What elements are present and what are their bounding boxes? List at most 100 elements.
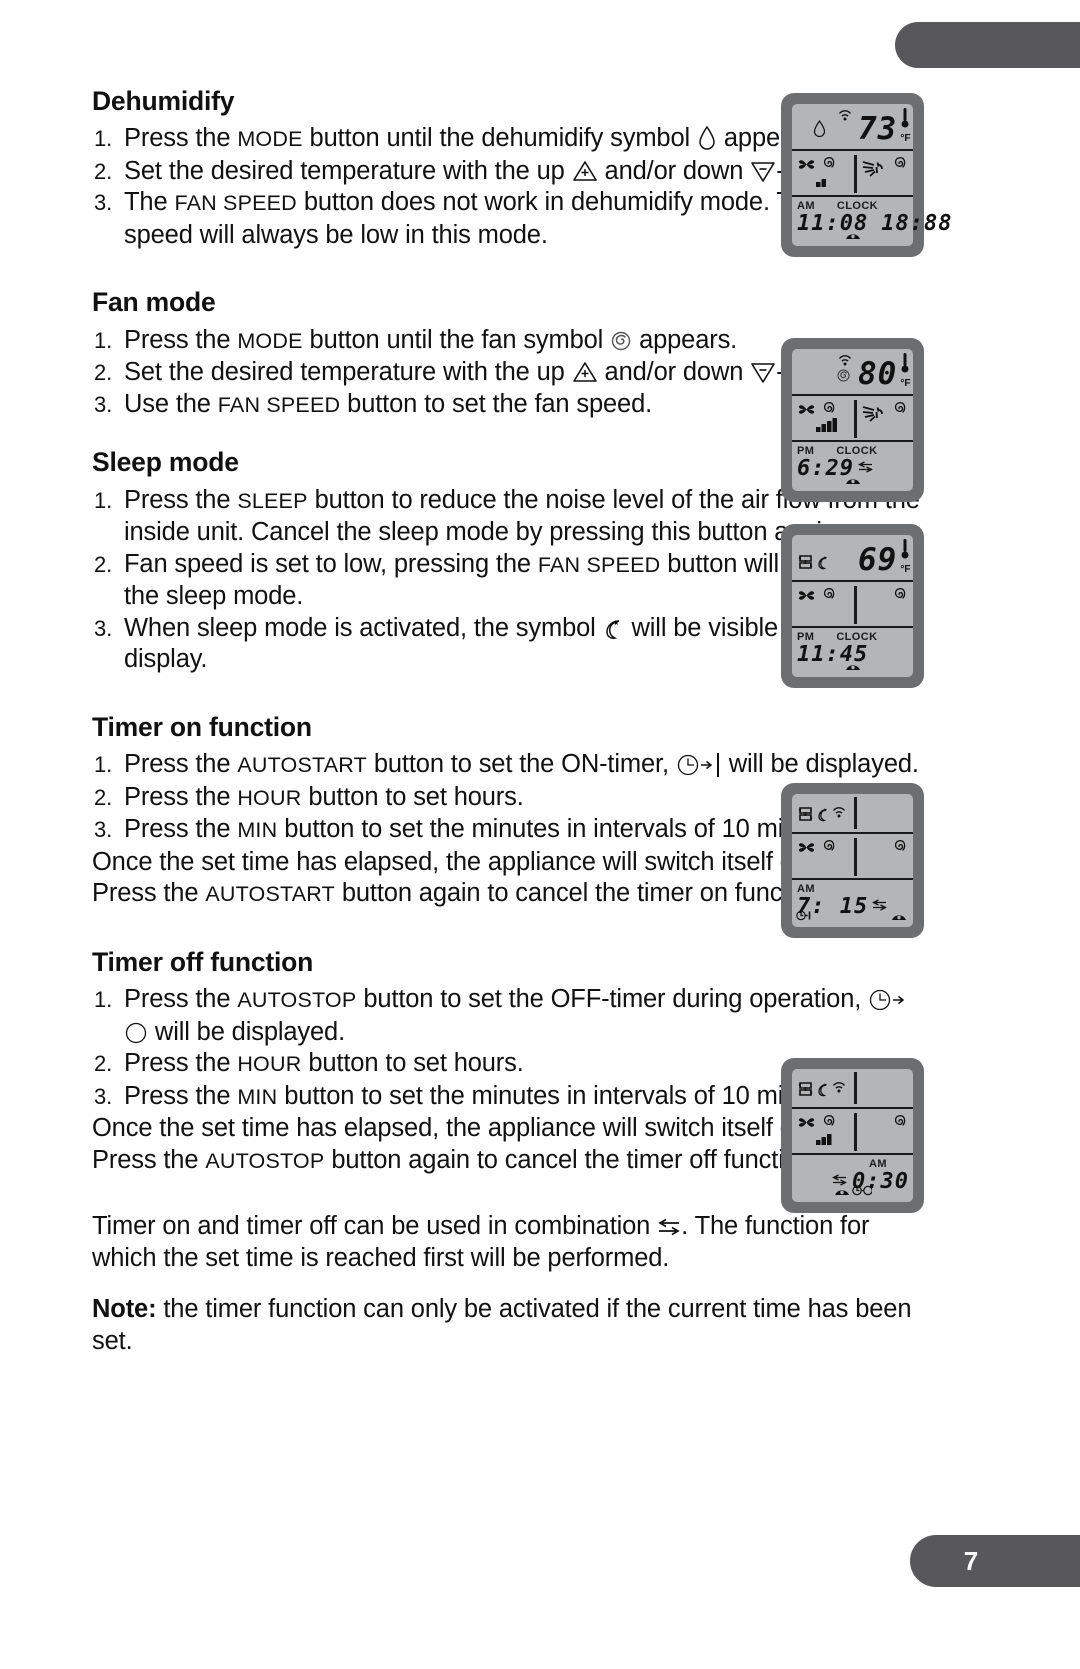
button-name-smallcaps: MIN [237, 818, 278, 843]
lcd-row-clock: AM 7: 15 [792, 880, 913, 927]
body-text: button to set the fan speed. [340, 389, 653, 418]
vertical-bar-icon [714, 752, 722, 778]
button-name-smallcaps: MODE [237, 328, 303, 353]
lcd-ampm-label: PM [797, 444, 815, 457]
button-name-smallcaps: FAN SPEED [217, 392, 341, 417]
lcd-row-fan [792, 582, 913, 628]
fan-speed-bars-icon [815, 1130, 839, 1151]
moon-icon [816, 555, 830, 575]
step-number: 3. [94, 615, 113, 641]
signal-icon [832, 1080, 846, 1098]
lcd-temperature-value: 80 [858, 356, 898, 392]
step-number: 2. [94, 551, 113, 577]
lcd-ampm-label: AM [869, 1157, 887, 1170]
body-text: button again to cancel the timer off fun… [324, 1145, 819, 1174]
fan-blade-icon [797, 587, 816, 609]
step-number: 3. [94, 391, 113, 417]
swirl-icon [821, 838, 836, 859]
step-number: 2. [94, 784, 113, 810]
step-item: 1. Press the AUTOSTOP button to set the O… [92, 984, 930, 1048]
lcd-louver-group [861, 1113, 910, 1151]
louver-icon [861, 155, 891, 184]
fan-swirl-icon [610, 330, 632, 352]
lcd-mode-icons [797, 1070, 854, 1104]
swirl-icon [892, 586, 907, 607]
step-number: 3. [94, 817, 113, 843]
step-number: 1. [94, 327, 113, 353]
body-text: button to set the ON-timer, [366, 750, 676, 779]
swirl-icon [892, 838, 907, 859]
power-arc-icon [834, 1183, 850, 1201]
lcd-row-mode-temp: 73 °F [792, 104, 913, 151]
body-text: button until the dehumidify symbol [302, 124, 697, 153]
fan-swirl-icon [837, 369, 850, 387]
power-arc-icon [845, 227, 861, 245]
body-text: will be displayed. [148, 1017, 346, 1046]
lcd-row-fan [792, 151, 913, 197]
button-name-smallcaps: AUTOSTART [237, 753, 367, 778]
section-heading-timer-on: Timer on function [92, 711, 312, 742]
lcd-mode-icons [797, 107, 854, 146]
droplet-icon [813, 119, 826, 142]
lcd-temperature-value: 73 [858, 111, 898, 147]
body-text: Press the [124, 1081, 238, 1110]
step-number: 3. [94, 1083, 113, 1109]
lcd-screen: 73 °F AM CLOCK 11:08 18:88 [792, 104, 951, 246]
header-tab-decoration [895, 22, 1080, 68]
lcd-divider [854, 838, 857, 876]
lcd-thermometer-icon: °F [897, 352, 910, 391]
section-heading-fan-mode: Fan mode [92, 287, 216, 318]
lcd-fan-group [797, 1113, 854, 1151]
swirl-icon [892, 1113, 907, 1134]
lcd-ampm-label: PM [797, 630, 815, 643]
display-fan-mode: 80 °F PM CLOCK 6:29 [781, 338, 924, 502]
lcd-screen: AM 0:30 [792, 1069, 913, 1202]
lcd-thermometer-icon: °F [897, 107, 910, 146]
lcd-temperature-area: 80 °F [858, 352, 910, 391]
step-item: 1. Press the AUTOSTART button to set the … [92, 749, 930, 782]
lcd-clock-label: CLOCK [836, 444, 878, 457]
display-dehumidify: 73 °F AM CLOCK 11:08 18:88 [781, 93, 951, 257]
step-number: 1. [94, 126, 113, 152]
body-text: Press the [124, 325, 238, 354]
body-text: button to set hours. [301, 782, 524, 811]
body-text: Set the desired temperature with the up [124, 358, 572, 387]
body-text: Set the desired temperature with the up [124, 156, 572, 185]
button-name-smallcaps: FAN SPEED [537, 552, 661, 577]
body-text: appears. [632, 325, 738, 354]
swirl-icon [892, 155, 907, 176]
power-arc-icon [845, 658, 861, 676]
body-text: Press the [92, 879, 206, 908]
lcd-row-clock: PM CLOCK 11:45 [792, 628, 913, 677]
lcd-fan-group [797, 586, 854, 624]
lcd-louver-group [861, 155, 910, 193]
lcd-row-mode-temp: 69 °F [792, 535, 913, 582]
section-heading-timer-off: Timer off function [92, 946, 314, 977]
body-text: Press the [124, 124, 238, 153]
signal-icon [832, 805, 846, 823]
body-text: and/or down [597, 156, 751, 185]
moon-icon [816, 1082, 830, 1102]
lcd-ampm-label: AM [797, 882, 815, 895]
down-triangle-minus-icon [750, 160, 776, 184]
lcd-divider [854, 797, 857, 829]
display-sleep-mode: 69 °F PM CLOCK 11:45 [781, 524, 924, 688]
moon-icon [816, 807, 830, 827]
power-arc-icon [845, 472, 861, 490]
page-number: 7 [963, 1545, 979, 1576]
lcd-row-fan [792, 1109, 913, 1155]
empty-circle-icon [124, 1021, 148, 1045]
lcd-mode-icons [797, 795, 854, 829]
lcd-bottom-icons [792, 472, 913, 490]
step-number: 2. [94, 360, 113, 386]
body-text: button to set the minutes in intervals o… [277, 815, 852, 844]
louver-icon [861, 400, 891, 429]
lcd-divider [854, 586, 857, 624]
lcd-bottom-icons [792, 227, 913, 245]
lcd-screen: AM 7: 15 [792, 794, 913, 927]
lcd-temperature-area: 69 °F [858, 538, 910, 577]
step-number: 1. [94, 752, 113, 778]
body-text: button again to cancel the timer on func… [334, 879, 830, 908]
button-name-smallcaps: HOUR [237, 1052, 302, 1077]
lcd-row-mode-temp [792, 794, 913, 834]
